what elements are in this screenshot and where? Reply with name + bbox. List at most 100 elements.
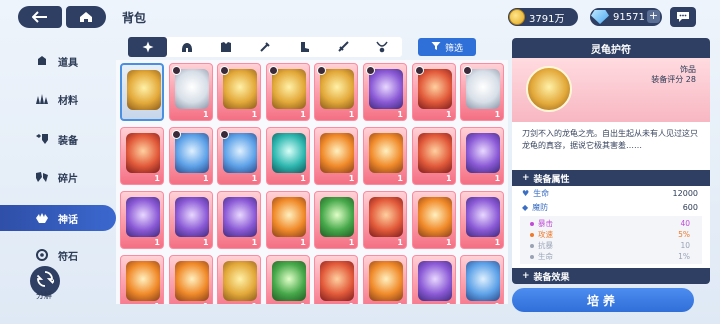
item-icon <box>466 261 501 301</box>
shield-icon: ◆ <box>522 202 529 212</box>
sub-attr-value: 1% <box>678 252 690 261</box>
item-quantity: 1 <box>154 302 160 304</box>
item-slot[interactable]: 1 <box>460 191 505 249</box>
item-slot[interactable]: 1 <box>217 255 262 304</box>
sidebar-item-equipment[interactable]: 装备 <box>34 126 114 152</box>
tab-armor[interactable] <box>206 37 245 57</box>
sidebar-item-rune[interactable]: 符石 <box>34 242 114 268</box>
tab-necklace[interactable] <box>363 37 402 57</box>
sidebar-item-items[interactable]: 道具 <box>34 48 114 74</box>
add-gems-button[interactable]: + <box>647 10 660 23</box>
tab-helmet[interactable] <box>167 37 206 57</box>
item-quantity: 1 <box>154 238 160 247</box>
sidebar-item-fragments[interactable]: 碎片 <box>34 164 114 190</box>
item-icon <box>271 133 306 173</box>
sidebar-item-label: 符石 <box>58 251 78 263</box>
item-slot[interactable]: 1 <box>168 191 213 249</box>
sub-attr-value: 5% <box>678 230 690 239</box>
item-slot[interactable]: 1 <box>460 127 505 185</box>
item-quantity: 1 <box>494 238 501 247</box>
gold-amount: 3791万 <box>529 13 565 25</box>
item-slot[interactable]: 1 <box>168 255 213 304</box>
item-icon <box>320 261 355 301</box>
item-icon <box>417 261 452 301</box>
item-slot[interactable]: 1 <box>217 191 262 249</box>
rune-icon <box>34 248 50 262</box>
item-quantity: 1 <box>251 238 258 247</box>
item-slot[interactable]: 1 <box>265 255 310 304</box>
item-slot[interactable]: 1 <box>265 191 310 249</box>
item-slot[interactable]: 1 <box>265 127 310 185</box>
page-title: 背包 <box>122 11 147 25</box>
item-slot[interactable]: 1 <box>411 191 456 249</box>
item-slot[interactable]: 1 <box>460 255 505 304</box>
item-quantity: 1 <box>300 238 306 247</box>
item-slot[interactable]: 1 <box>314 127 359 185</box>
plus-icon: + <box>522 173 530 183</box>
chat-button[interactable] <box>670 7 696 27</box>
item-slot[interactable]: 1 <box>120 191 164 249</box>
item-slot[interactable]: 1 <box>411 255 456 304</box>
item-slot[interactable]: 1 <box>314 63 359 121</box>
armor-icon <box>220 38 232 57</box>
item-banner: 饰品 装备评分 28 <box>512 58 710 122</box>
item-slot[interactable]: 1 <box>265 63 310 121</box>
sidebar-item-materials[interactable]: 材料 <box>34 86 114 112</box>
item-slot[interactable]: 1 <box>168 63 213 121</box>
item-slot[interactable]: 1 <box>362 127 407 185</box>
item-grid-panel: 1 1 1 1 1 1 1 1 1 1 1 1 1 1 1 1 1 1 1 1 1 1 1 1 1 1 1 1 1 1 1 <box>116 60 508 304</box>
home-icon <box>79 8 93 27</box>
sub-attr-label: 攻速 <box>538 230 553 239</box>
item-slot[interactable]: 1 <box>314 191 359 249</box>
item-slot[interactable]: 1 <box>120 127 164 185</box>
item-slot[interactable] <box>120 63 164 121</box>
item-slot[interactable]: 1 <box>362 255 407 304</box>
item-quantity: 1 <box>203 238 209 247</box>
sidebar-item-mythic[interactable]: 神话 <box>0 205 116 231</box>
item-slot[interactable]: 1 <box>411 127 456 185</box>
tab-sword[interactable] <box>324 37 363 57</box>
sub-attr-row: 生命 1% <box>520 251 702 262</box>
attr-row: ♥ 生命 12000 <box>512 186 710 200</box>
top-bar: 背包 3791万 91571 + <box>0 0 720 34</box>
tab-boots[interactable] <box>285 37 324 57</box>
item-quantity: 1 <box>349 302 355 304</box>
attr-section-header: + 装备属性 <box>512 170 710 186</box>
item-slot[interactable]: 1 <box>168 127 213 185</box>
item-icon <box>320 133 355 173</box>
item-icon <box>223 69 258 109</box>
back-button[interactable] <box>18 6 62 28</box>
item-icon <box>368 69 403 109</box>
sub-attr-row: 攻速 5% <box>520 229 702 240</box>
item-icon <box>417 133 452 173</box>
item-grid: 1 1 1 1 1 1 1 1 1 1 1 1 1 1 1 1 1 1 1 1 1 1 1 1 1 1 1 1 1 1 1 <box>120 63 505 304</box>
item-quantity: 1 <box>203 110 209 119</box>
tab-all[interactable] <box>128 37 168 57</box>
sub-attr-list: 暴击 40 攻速 5% 抗暴 10 生命 1% <box>520 216 702 264</box>
sub-attr-value: 40 <box>680 219 690 228</box>
item-slot[interactable]: 1 <box>314 255 359 304</box>
home-button[interactable] <box>66 6 106 28</box>
upgrade-button[interactable]: 培养 <box>512 288 694 312</box>
item-slot[interactable]: 1 <box>120 255 164 304</box>
item-slot[interactable]: 1 <box>362 191 407 249</box>
set-badge-icon <box>171 66 181 75</box>
attr-label: 魔防 <box>532 202 549 212</box>
item-slot[interactable]: 1 <box>460 63 505 121</box>
tab-weapon[interactable] <box>245 37 284 57</box>
item-slot[interactable]: 1 <box>411 63 456 121</box>
item-quantity: 1 <box>300 110 306 119</box>
item-quantity: 1 <box>495 302 501 304</box>
item-slot[interactable]: 1 <box>362 63 407 121</box>
weapon-icon <box>259 38 271 57</box>
item-icon <box>320 69 355 109</box>
gold-counter: 3791万 <box>508 8 578 26</box>
item-icon <box>126 197 160 237</box>
item-icon <box>271 261 306 301</box>
filter-button[interactable]: 筛选 <box>418 38 476 56</box>
item-icon <box>223 261 258 301</box>
filter-label: 筛选 <box>444 43 463 54</box>
item-slot[interactable]: 1 <box>217 127 262 185</box>
item-slot[interactable]: 1 <box>217 63 262 121</box>
set-badge-icon <box>365 66 375 75</box>
